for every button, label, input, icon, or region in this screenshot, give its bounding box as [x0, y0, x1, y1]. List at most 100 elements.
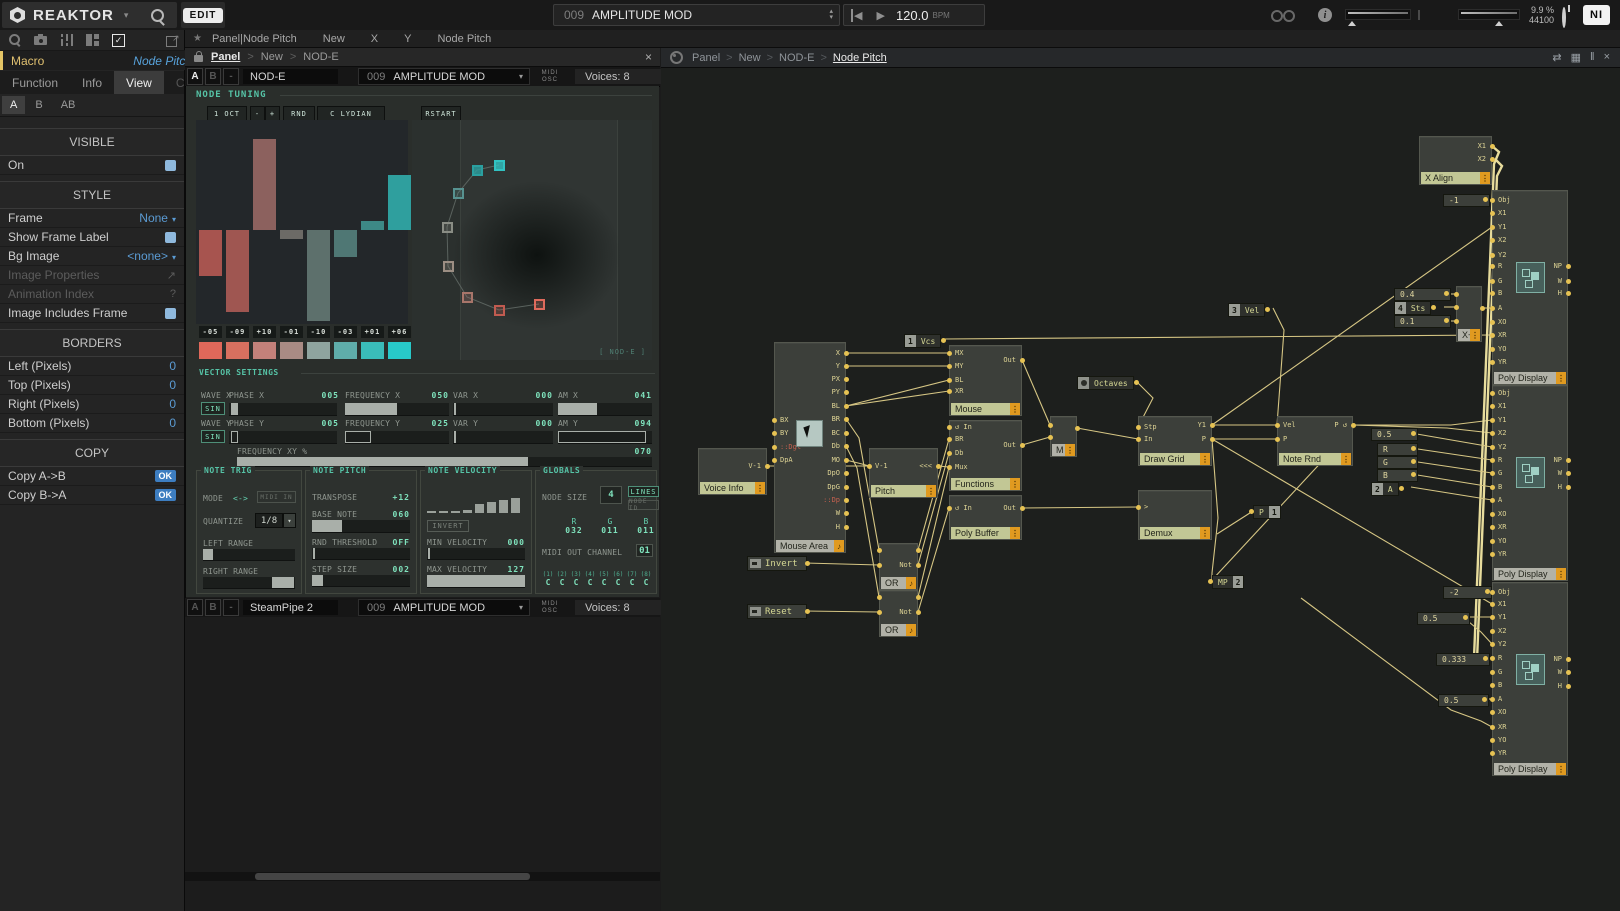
- module-const-0-1[interactable]: 0.1: [1394, 315, 1451, 328]
- port[interactable]: [1490, 656, 1495, 661]
- close-icon[interactable]: ×: [645, 50, 652, 64]
- checkbox[interactable]: [165, 160, 176, 171]
- rewind-button[interactable]: ◀: [851, 9, 862, 22]
- port[interactable]: [947, 506, 952, 511]
- pad-node[interactable]: [443, 261, 454, 272]
- port[interactable]: [1490, 642, 1495, 647]
- port[interactable]: [1490, 512, 1495, 517]
- device-minimize-button[interactable]: -: [223, 68, 239, 85]
- xy-node-pad[interactable]: [ NOD-E ]: [412, 120, 652, 360]
- velocity-bar[interactable]: [487, 502, 496, 513]
- module-footer-poly-buffer[interactable]: Poly Buffer: [951, 527, 1010, 539]
- ab-tab-b[interactable]: B: [27, 96, 50, 114]
- module-footer-m[interactable]: M: [1052, 444, 1065, 456]
- module-badge[interactable]: ⋮: [926, 485, 936, 497]
- checkbox[interactable]: [165, 308, 176, 319]
- port[interactable]: [947, 364, 952, 369]
- scrollbar-thumb[interactable]: [255, 873, 530, 880]
- port[interactable]: [1411, 446, 1416, 451]
- wire[interactable]: [944, 335, 1492, 339]
- module-footer-mouse[interactable]: Mouse: [951, 403, 1010, 415]
- port[interactable]: [1454, 292, 1459, 297]
- port[interactable]: [844, 458, 849, 463]
- wire[interactable]: [805, 611, 879, 612]
- module-vcs-1[interactable]: 1Vcs: [904, 334, 941, 348]
- close-icon[interactable]: ×: [1604, 51, 1610, 64]
- field-01[interactable]: 01: [636, 544, 653, 557]
- wire[interactable]: [805, 563, 879, 565]
- port[interactable]: [1463, 615, 1468, 620]
- port[interactable]: [1485, 589, 1490, 594]
- port[interactable]: [1490, 552, 1495, 557]
- voices-label[interactable]: Voices: 8: [575, 600, 668, 615]
- port[interactable]: [772, 418, 777, 423]
- tuning-button-c-lydian[interactable]: C LYDIAN: [317, 106, 385, 121]
- module-badge[interactable]: ♪: [906, 577, 916, 589]
- port[interactable]: [1249, 509, 1254, 514]
- tuning-bar[interactable]: [226, 230, 249, 312]
- tuning-button-1-oct[interactable]: 1 OCT: [207, 106, 247, 121]
- port[interactable]: [1490, 347, 1495, 352]
- module-badge[interactable]: ⋮: [1010, 403, 1020, 415]
- port[interactable]: [844, 444, 849, 449]
- module-const-0-333[interactable]: 0.333: [1436, 653, 1490, 666]
- slider[interactable]: [312, 520, 410, 533]
- port[interactable]: [1566, 485, 1571, 490]
- ok-button[interactable]: OK: [155, 489, 177, 501]
- module-footer-note-rnd[interactable]: Note Rnd: [1279, 453, 1341, 465]
- wire[interactable]: [1022, 437, 1050, 445]
- port[interactable]: [1490, 264, 1495, 269]
- port[interactable]: [1490, 710, 1495, 715]
- star-icon[interactable]: ★: [193, 33, 202, 44]
- tuning-button-+[interactable]: +: [265, 106, 280, 121]
- workspace-tab[interactable]: New: [323, 33, 345, 45]
- port[interactable]: [844, 431, 849, 436]
- button-sin[interactable]: SIN: [201, 430, 225, 443]
- pad-node[interactable]: [442, 222, 453, 233]
- module-const-0-4[interactable]: 0.4: [1394, 288, 1451, 301]
- button-lines[interactable]: LINES: [628, 486, 659, 497]
- button-invert[interactable]: INVERT: [427, 520, 469, 532]
- port[interactable]: [1566, 471, 1571, 476]
- port[interactable]: [772, 431, 777, 436]
- port[interactable]: [916, 548, 921, 553]
- port[interactable]: [1490, 445, 1495, 450]
- module-badge[interactable]: ⋮: [1470, 329, 1480, 341]
- wire[interactable]: [1411, 461, 1492, 473]
- output-level-meter[interactable]: [1345, 9, 1411, 20]
- field-node-id[interactable]: NODE ID: [628, 500, 659, 510]
- port[interactable]: [1265, 307, 1270, 312]
- info-icon[interactable]: i: [1318, 8, 1332, 22]
- wire[interactable]: [1212, 439, 1218, 581]
- port[interactable]: [844, 364, 849, 369]
- port[interactable]: [1048, 435, 1053, 440]
- port[interactable]: [1208, 579, 1213, 584]
- module-footer-poly-display-1[interactable]: Poly Display: [1494, 372, 1556, 384]
- ab-tab-ab[interactable]: AB: [53, 96, 84, 114]
- port[interactable]: [1566, 291, 1571, 296]
- module-badge[interactable]: ♪: [834, 540, 844, 552]
- port[interactable]: [1490, 498, 1495, 503]
- port[interactable]: [877, 610, 882, 615]
- port[interactable]: [1490, 157, 1495, 162]
- module-badge[interactable]: ⋮: [1480, 172, 1490, 184]
- port[interactable]: [916, 563, 921, 568]
- module-p-1[interactable]: P1: [1253, 505, 1281, 519]
- port[interactable]: [1482, 697, 1487, 702]
- arrange-icon[interactable]: ⇄: [1552, 51, 1561, 64]
- port[interactable]: [844, 471, 849, 476]
- device-a-button[interactable]: A: [187, 68, 203, 85]
- velocity-bar[interactable]: [439, 511, 448, 513]
- camera-icon[interactable]: [34, 34, 47, 46]
- breadcrumb-item[interactable]: New: [739, 52, 761, 64]
- edit-mode-button[interactable]: EDIT: [181, 2, 225, 28]
- port[interactable]: [1566, 458, 1571, 463]
- port[interactable]: [844, 390, 849, 395]
- module-badge[interactable]: ⋮: [1200, 453, 1210, 465]
- button-sin[interactable]: SIN: [201, 402, 225, 415]
- port[interactable]: [1490, 404, 1495, 409]
- port[interactable]: [947, 389, 952, 394]
- port[interactable]: [844, 351, 849, 356]
- tuning-swatch[interactable]: [226, 342, 249, 359]
- port[interactable]: [1490, 418, 1495, 423]
